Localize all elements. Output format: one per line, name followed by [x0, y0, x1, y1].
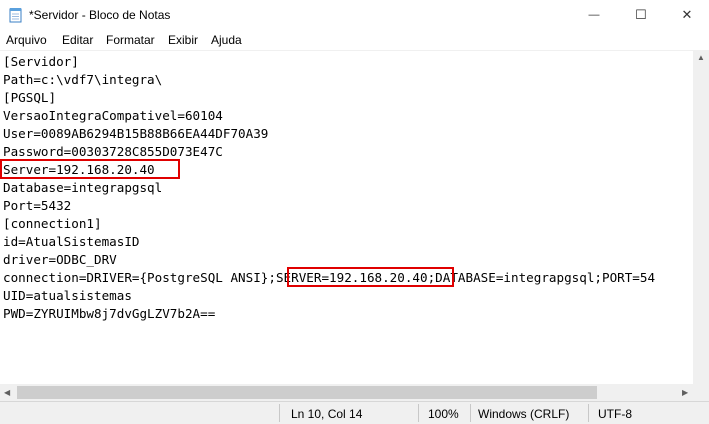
zoom-level: 100%: [428, 407, 459, 421]
status-bar: Ln 10, Col 14 100% Windows (CRLF) UTF-8: [0, 401, 709, 424]
horizontal-scroll-thumb[interactable]: [17, 386, 597, 399]
minimize-icon: —: [588, 9, 600, 21]
maximize-icon: ☐: [635, 7, 647, 22]
encoding: UTF-8: [598, 407, 632, 421]
line-ending: Windows (CRLF): [478, 407, 570, 421]
text-line: PWD=ZYRUIMbw8j7dvGgLZV7b2A==: [3, 306, 216, 321]
close-button[interactable]: ✕: [664, 0, 709, 30]
window-title: *Servidor - Bloco de Notas: [29, 8, 171, 22]
scroll-right-icon[interactable]: ▶: [682, 388, 688, 397]
text-line: User=0089AB6294B15B88B66EA44DF70A39: [3, 126, 269, 141]
status-divider: [418, 404, 419, 422]
text-line: id=AtualSistemasID: [3, 234, 140, 249]
menu-formatar[interactable]: Formatar: [106, 33, 155, 47]
status-divider: [588, 404, 589, 422]
text-line: [connection1]: [3, 216, 102, 231]
cursor-position: Ln 10, Col 14: [291, 407, 363, 421]
menu-editar[interactable]: Editar: [62, 33, 93, 47]
text-line: UID=atualsistemas: [3, 288, 132, 303]
vertical-scrollbar[interactable]: ▲: [693, 50, 709, 384]
maximize-button[interactable]: ☐: [618, 0, 664, 30]
text-line: [Servidor]: [3, 54, 79, 69]
menu-bar: Arquivo Editar Formatar Exibir Ajuda: [0, 30, 709, 50]
title-bar: *Servidor - Bloco de Notas — ☐ ✕: [0, 0, 709, 30]
scrollbar-corner: [693, 384, 709, 401]
text-line: [PGSQL]: [3, 90, 57, 105]
text-editor[interactable]: [Servidor] Path=c:\vdf7\integra\ [PGSQL]…: [0, 50, 693, 385]
text-line: driver=ODBC_DRV: [3, 252, 117, 267]
notepad-icon: [9, 8, 22, 23]
status-divider: [279, 404, 280, 422]
scroll-up-icon[interactable]: ▲: [697, 53, 705, 62]
scroll-left-icon[interactable]: ◀: [4, 388, 10, 397]
horizontal-scrollbar[interactable]: ◀ ▶: [0, 384, 693, 401]
text-line: Port=5432: [3, 198, 72, 213]
status-divider: [470, 404, 471, 422]
minimize-button[interactable]: —: [571, 0, 617, 30]
server-line-highlight: [0, 159, 180, 179]
text-line: Path=c:\vdf7\integra\: [3, 72, 163, 87]
close-icon: ✕: [681, 7, 693, 22]
text-line: VersaoIntegraCompativel=60104: [3, 108, 223, 123]
menu-arquivo[interactable]: Arquivo: [6, 33, 47, 47]
menu-ajuda[interactable]: Ajuda: [211, 33, 242, 47]
connection-server-highlight: [287, 267, 454, 287]
text-line: Database=integrapgsql: [3, 180, 163, 195]
menu-exibir[interactable]: Exibir: [168, 33, 198, 47]
